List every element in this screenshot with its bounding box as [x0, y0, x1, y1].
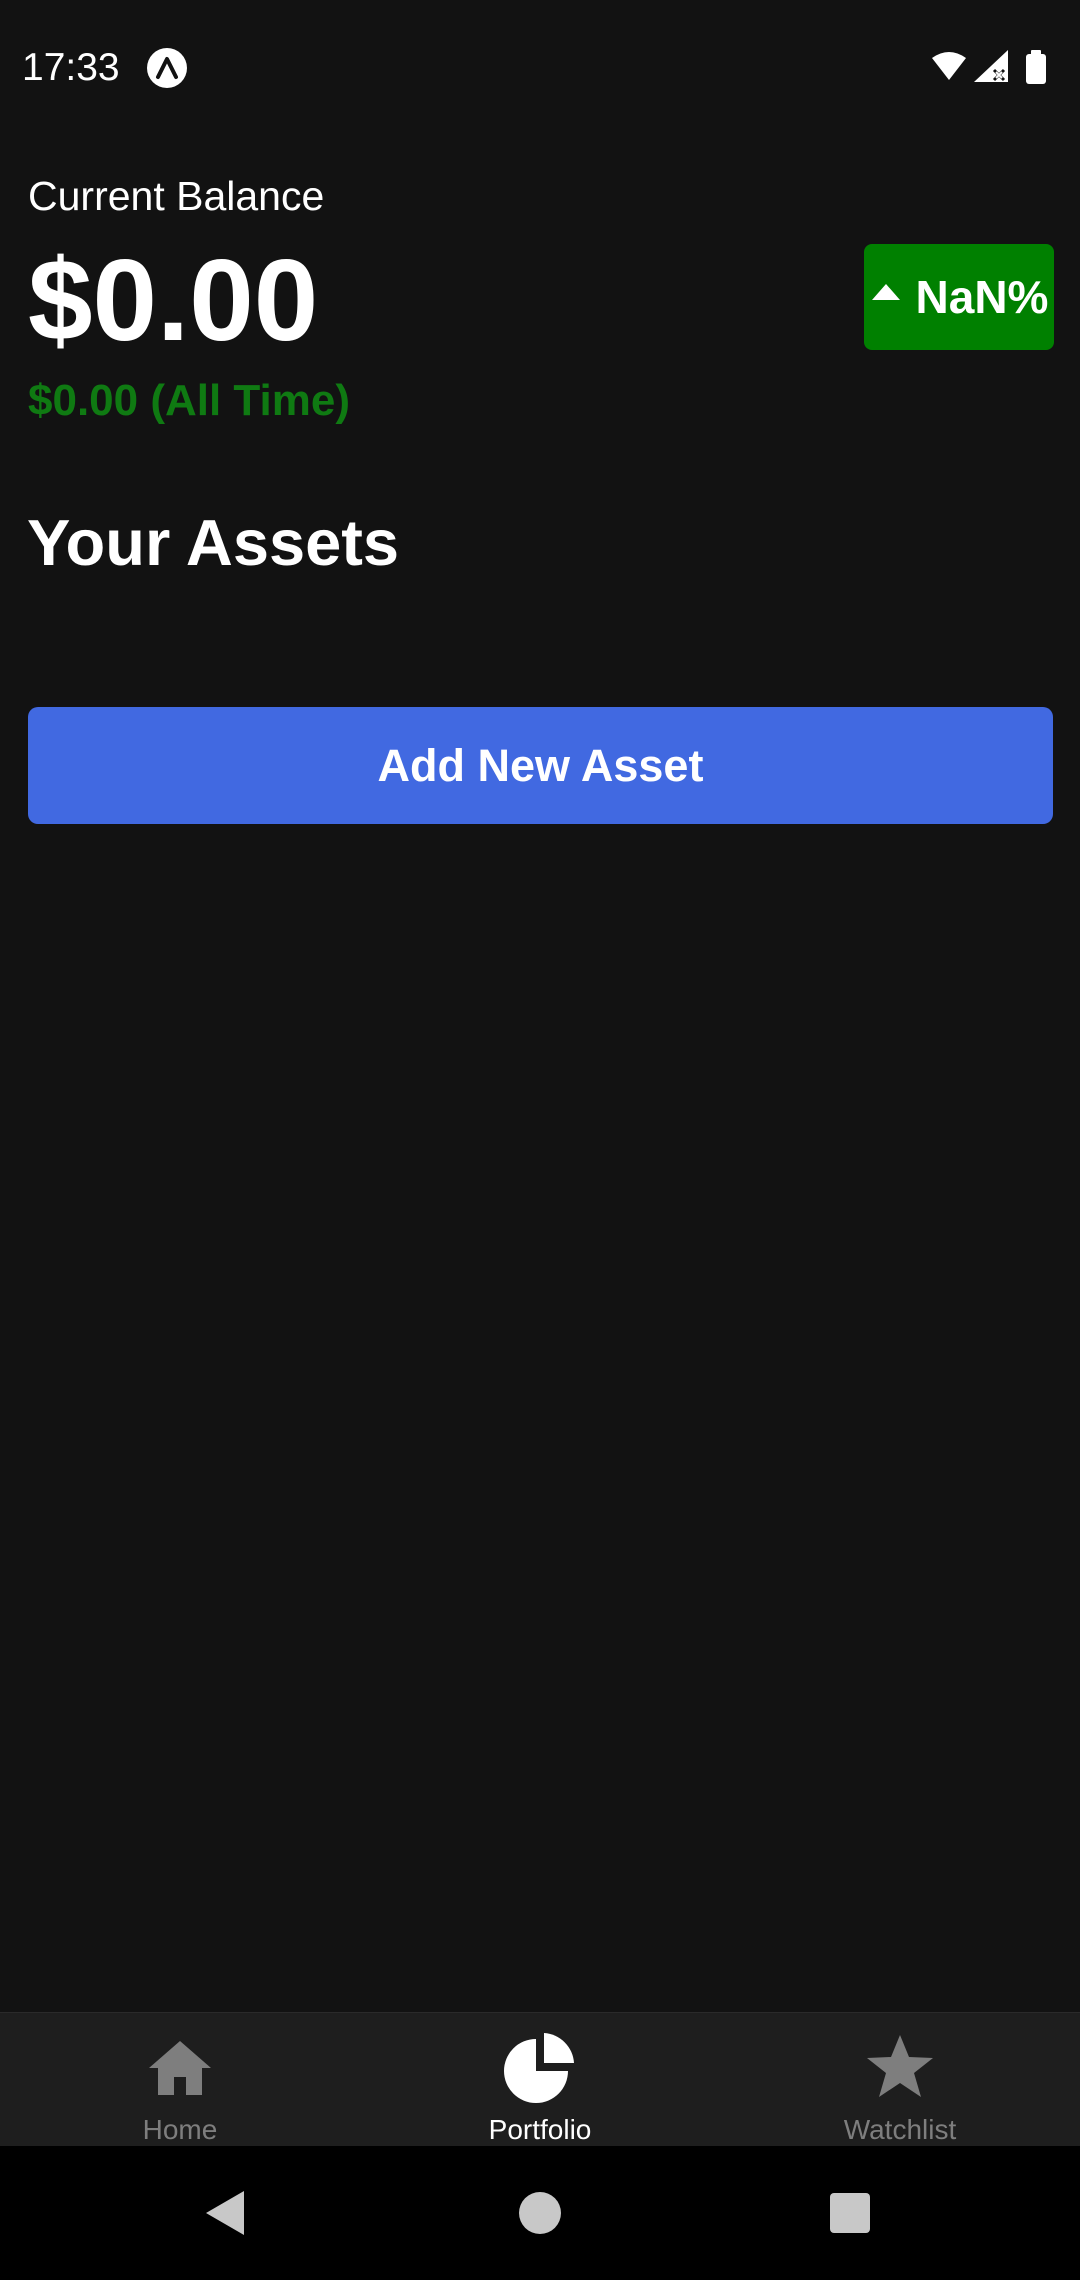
caret-up-icon [871, 284, 900, 300]
tab-label-home: Home [142, 2114, 218, 2145]
status-bar: 17:33 [0, 0, 1080, 120]
home-icon [149, 2041, 211, 2095]
signal-icon [974, 50, 1008, 82]
system-navigation-bar [0, 2146, 1080, 2280]
wifi-icon [932, 52, 966, 80]
balance-value: $0.00 [28, 235, 319, 365]
recents-square-icon[interactable] [820, 2183, 880, 2243]
change-percent-text: NaN% [915, 271, 1049, 323]
tab-label-watchlist: Watchlist [843, 2114, 957, 2145]
star-icon [867, 2035, 933, 2097]
change-percent-badge: NaN% [864, 244, 1054, 350]
bottom-tab-bar: Home Portfolio Watchlist [0, 2012, 1080, 2146]
assets-title: Your Assets [27, 506, 400, 579]
expo-app-icon [147, 48, 187, 88]
tab-portfolio[interactable]: Portfolio [360, 2013, 720, 2147]
tab-home[interactable]: Home [0, 2013, 360, 2147]
balance-label: Current Balance [28, 173, 325, 219]
battery-icon [1026, 50, 1046, 84]
home-circle-icon[interactable] [510, 2183, 570, 2243]
tab-label-portfolio: Portfolio [488, 2114, 592, 2145]
portfolio-screen: 17:33 Current Balance $0.00 $0.00 (All T… [0, 0, 1080, 2280]
all-time-change: $0.00 (All Time) [28, 376, 350, 425]
back-icon[interactable] [196, 2183, 256, 2243]
add-new-asset-button[interactable]: Add New Asset [28, 707, 1053, 824]
tab-watchlist[interactable]: Watchlist [720, 2013, 1080, 2147]
status-time: 17:33 [22, 46, 120, 89]
pie-chart-icon [504, 2033, 574, 2103]
status-indicators [932, 50, 1046, 84]
